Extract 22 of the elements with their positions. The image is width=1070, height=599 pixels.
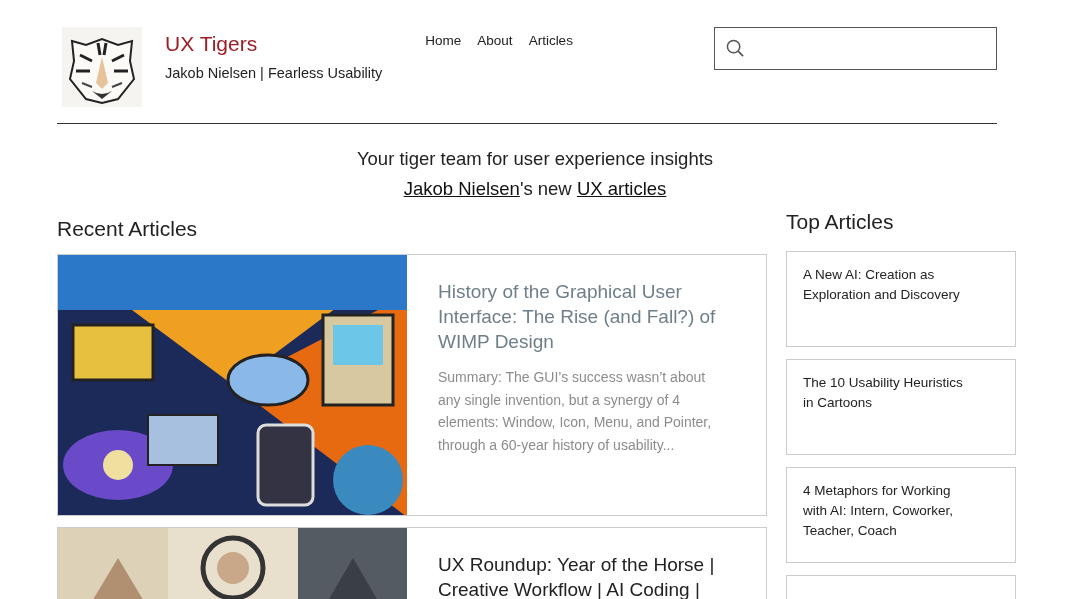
article-title[interactable]: The 10 Usability Heuristics in Cartoons <box>803 373 971 413</box>
article-card[interactable]: The 10 Usability Heuristics in Cartoons <box>786 359 1016 455</box>
article-summary: Summary: The GUI’s success wasn’t about any single invention, but a synergy of 4 elements: Window, Icon, Menu, and Pointer, through a 60-year history of usability... <box>438 368 713 455</box>
article-title[interactable]: History of the Graphical User Interface: The Rise (and Fall?) of WIMP Design <box>438 279 726 354</box>
section-heading: Top Articles <box>786 209 895 235</box>
section-heading: Recent Articles <box>57 216 199 242</box>
article-title[interactable]: 4 Metaphors for Working with AI: Intern, Coworker, Teacher, Coach <box>803 481 971 541</box>
headline-link[interactable]: Jakob Nielsen <box>403 178 520 199</box>
article-card[interactable] <box>57 254 767 516</box>
search-icon <box>726 39 745 58</box>
headline-link[interactable]: UX articles <box>576 178 667 199</box>
nav-link[interactable]: Home <box>425 33 462 48</box>
tagline: Jakob Nielsen | Fearless Usability <box>165 65 383 81</box>
article-card[interactable]: 4 Metaphors for Working with AI: Intern, Coworker, Teacher, Coach <box>786 467 1016 563</box>
intro-headline: Jakob Nielsen's new UX articles <box>402 178 668 200</box>
nav-link[interactable]: About <box>477 33 513 48</box>
article-card[interactable]: A New AI: Creation as Exploration and Discovery <box>786 251 1016 347</box>
search-field[interactable] <box>714 27 997 70</box>
intro-text: Your tiger team for user experience insights <box>355 148 715 170</box>
article-title[interactable]: A New AI: Creation as Exploration and Discovery <box>803 265 971 305</box>
nav-link[interactable]: Articles <box>528 33 573 48</box>
site-title[interactable]: UX Tigers <box>165 31 383 57</box>
